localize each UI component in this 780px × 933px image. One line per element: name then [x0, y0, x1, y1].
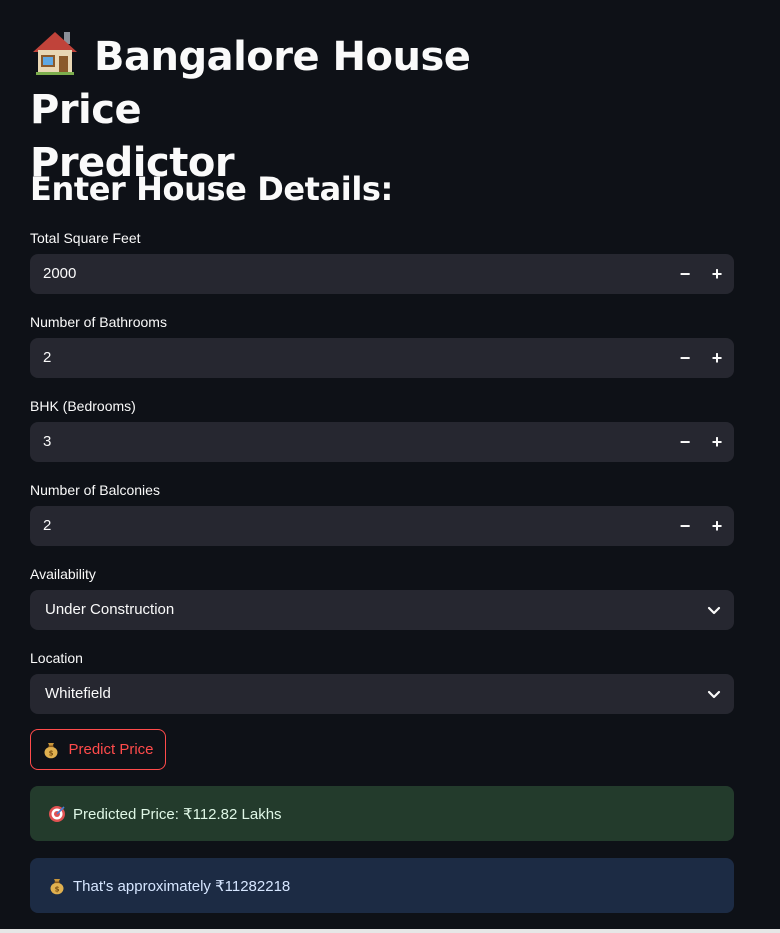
- sqft-decrement-button[interactable]: −: [669, 254, 701, 294]
- availability-select[interactable]: Under Construction: [30, 590, 734, 630]
- bhk-increment-button[interactable]: +: [701, 422, 733, 462]
- bhk-value: 3: [43, 433, 52, 450]
- chevron-down-icon: [707, 606, 721, 615]
- money-bag-icon: $: [50, 878, 64, 894]
- balcony-value: 2: [43, 517, 52, 534]
- predicted-price-alert: Predicted Price: ₹112.82 Lakhs: [30, 786, 734, 841]
- section-subheader: Enter House Details:: [30, 170, 393, 208]
- bath-increment-button[interactable]: +: [701, 338, 733, 378]
- approx-price-text: That's approximately ₹11282218: [73, 877, 291, 895]
- location-value: Whitefield: [45, 685, 111, 702]
- sqft-increment-button[interactable]: +: [701, 254, 733, 294]
- bath-value: 2: [43, 349, 52, 366]
- svg-text:$: $: [49, 749, 54, 757]
- house-icon: [33, 32, 77, 75]
- bhk-label: BHK (Bedrooms): [30, 398, 136, 414]
- approx-price-alert: $ That's approximately ₹11282218: [30, 858, 734, 913]
- bhk-input[interactable]: 3 − +: [30, 422, 734, 462]
- balcony-label: Number of Balconies: [30, 482, 160, 498]
- title-line-1: Bangalore House Price: [30, 34, 471, 133]
- svg-text:$: $: [55, 885, 60, 893]
- target-icon: [49, 805, 65, 822]
- sqft-input[interactable]: 2000 − +: [30, 254, 734, 294]
- availability-value: Under Construction: [45, 601, 175, 618]
- bath-label: Number of Bathrooms: [30, 314, 167, 330]
- location-select[interactable]: Whitefield: [30, 674, 734, 714]
- bhk-decrement-button[interactable]: −: [669, 422, 701, 462]
- predicted-price-text: Predicted Price: ₹112.82 Lakhs: [73, 805, 282, 823]
- availability-label: Availability: [30, 566, 96, 582]
- bath-decrement-button[interactable]: −: [669, 338, 701, 378]
- bath-input[interactable]: 2 − +: [30, 338, 734, 378]
- balcony-input[interactable]: 2 − +: [30, 506, 734, 546]
- page-title: Bangalore House Price Predictor: [30, 30, 570, 190]
- money-bag-icon: $: [44, 742, 58, 758]
- balcony-increment-button[interactable]: +: [701, 506, 733, 546]
- sqft-value: 2000: [43, 265, 77, 282]
- bottom-divider: [0, 929, 780, 933]
- app-page: Bangalore House Price Predictor Enter Ho…: [0, 0, 780, 933]
- chevron-down-icon: [707, 690, 721, 699]
- predict-price-label: Predict Price: [68, 741, 154, 758]
- location-label: Location: [30, 650, 83, 666]
- predict-price-button[interactable]: $ Predict Price: [30, 729, 166, 770]
- sqft-label: Total Square Feet: [30, 230, 141, 246]
- balcony-decrement-button[interactable]: −: [669, 506, 701, 546]
